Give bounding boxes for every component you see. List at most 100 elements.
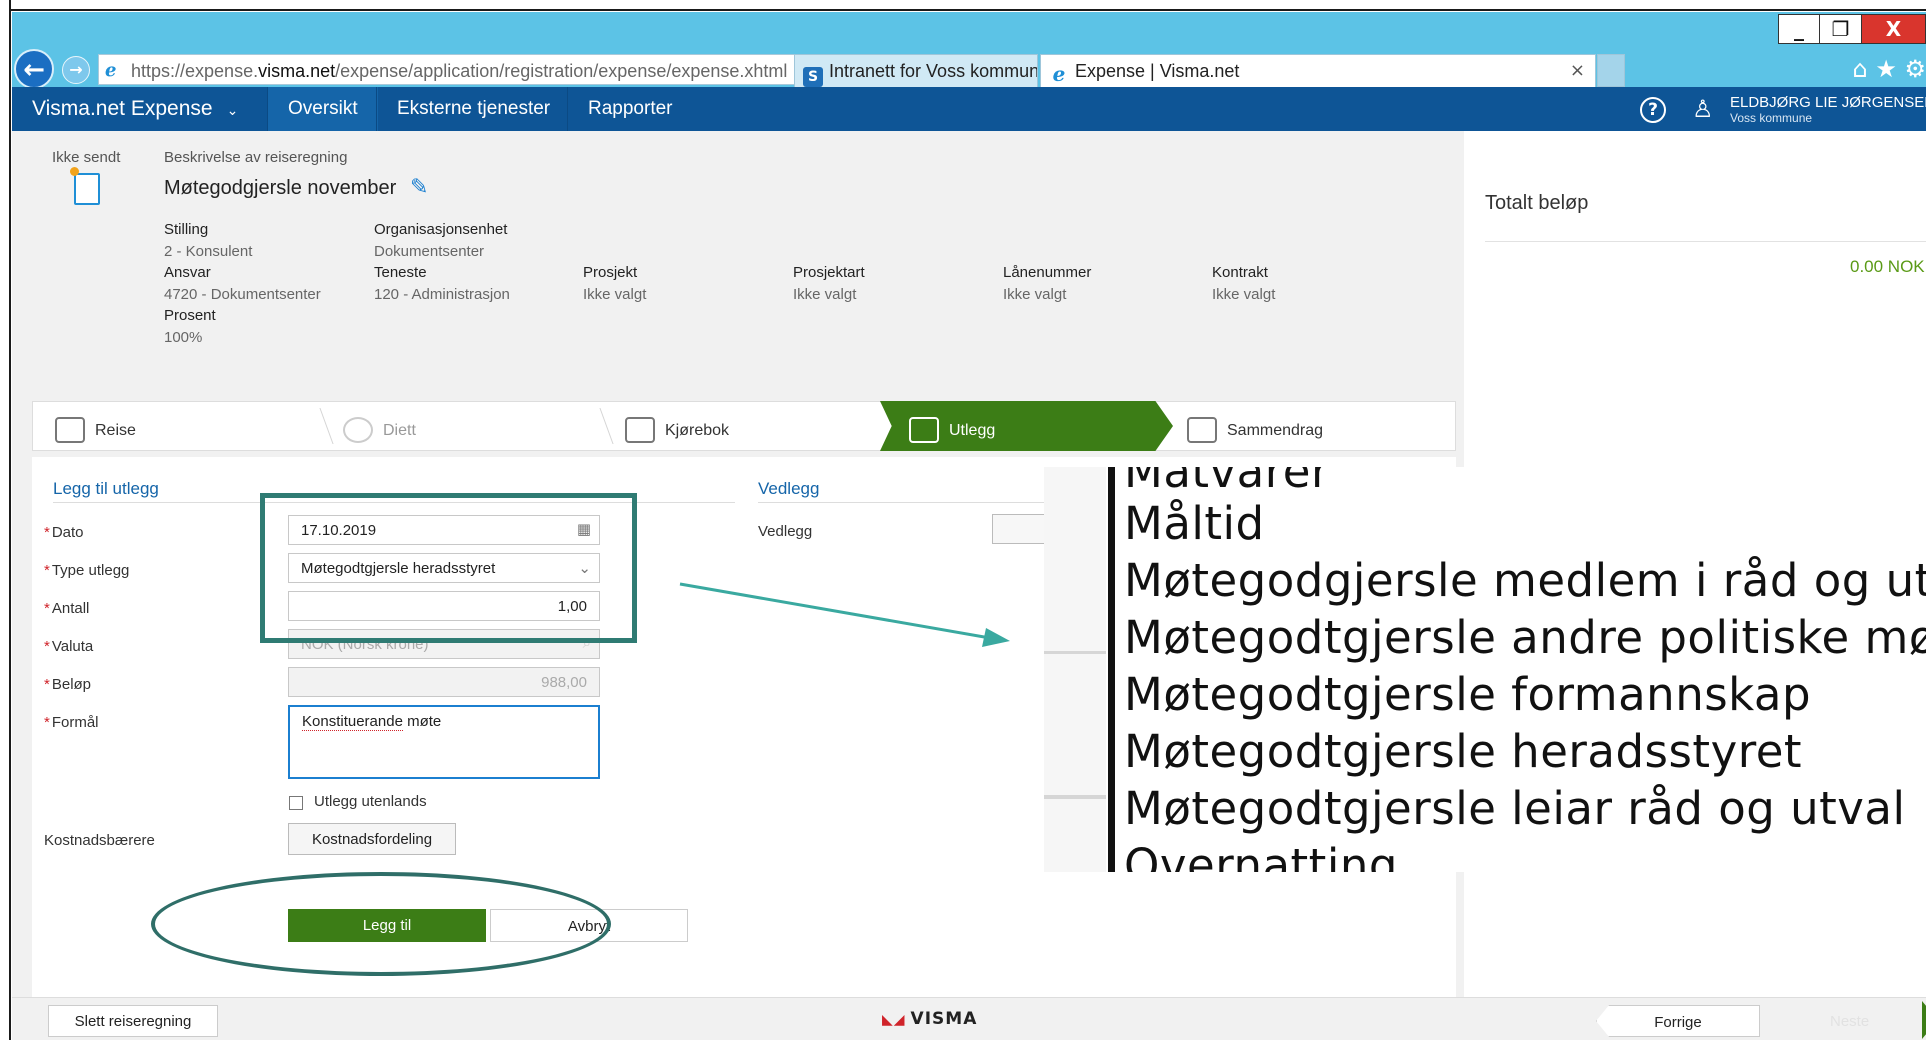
stilling-key: Stilling	[164, 221, 209, 238]
formal-textarea[interactable]: Konstituerande møte	[288, 705, 600, 779]
step-label: Diett	[383, 422, 416, 439]
new-tab-button[interactable]	[1597, 54, 1625, 87]
user-name[interactable]: ELDBJØRG LIE JØRGENSEN ⌄	[1730, 93, 1926, 111]
app-navbar: Visma.net Expense ⌄ Oversikt Eksterne tje…	[12, 87, 1926, 131]
car-icon	[625, 417, 655, 443]
required-mark: *	[44, 600, 50, 617]
ie-icon: ℯ	[105, 60, 117, 81]
new-document-badge	[70, 167, 79, 176]
valuta-label-text: Valuta	[51, 638, 94, 655]
utlegg-utenlands-checkbox[interactable]	[289, 796, 303, 810]
nav-tab-rapporter[interactable]: Rapporter	[567, 87, 693, 131]
app-title[interactable]: Visma.net Expense ⌄	[32, 97, 238, 121]
clipboard-icon	[1187, 417, 1217, 443]
total-value: 0.00 NOK	[1850, 257, 1925, 276]
app-title-text: Visma.net Expense	[32, 97, 213, 120]
browser-toolbar-icons[interactable]: ⌂ ★ ⚙	[1852, 55, 1926, 83]
vedlegg-label: Vedlegg	[758, 523, 813, 540]
window-controls: _ ❐ X	[1778, 14, 1926, 44]
close-window-button[interactable]: X	[1862, 14, 1926, 44]
browser-tab-title: Expense | Visma.net	[1075, 61, 1240, 81]
forrige-button[interactable]: Forrige	[1596, 1005, 1760, 1037]
required-mark: *	[44, 562, 50, 579]
screenshot-frame: _ ❐ X ← → ℯ https://expense.visma.net/ex…	[0, 0, 1926, 1040]
dropdown-option[interactable]: Møtegodtgjersle andre politiske mø	[1124, 611, 1926, 664]
visma-logo-text: VISMA	[910, 1009, 978, 1029]
minimize-button[interactable]: _	[1778, 14, 1820, 44]
back-button[interactable]: ←	[14, 49, 54, 89]
kostnadsbaerere-label: Kostnadsbærere	[44, 832, 155, 849]
browser-tab-expense[interactable]: ℯ Expense | Visma.net ×	[1040, 54, 1596, 87]
kontrakt-value: Ikke valgt	[1212, 286, 1276, 303]
restore-button[interactable]: ❐	[1820, 14, 1862, 44]
dato-label-text: Dato	[51, 524, 84, 541]
stilling-value: 2 - Konsulent	[164, 243, 253, 260]
form-title: Legg til utlegg	[53, 479, 159, 498]
close-tab-icon[interactable]: ×	[1570, 60, 1585, 81]
step-sammendrag[interactable]: Sammendrag	[1187, 402, 1323, 450]
user-name-text: ELDBJØRG LIE JØRGENSEN	[1730, 94, 1926, 111]
prosent-key: Prosent	[164, 307, 216, 324]
dropdown-option[interactable]: Møtegodtgjersle formannskap	[1124, 668, 1811, 721]
neste-button: Neste	[1830, 1013, 1870, 1030]
zoomed-dropdown-callout: Matvarer Måltid Møtegodgjersle medlem i …	[1044, 467, 1926, 872]
step-label: Sammendrag	[1227, 422, 1324, 439]
user-icon[interactable]: ♙	[1692, 95, 1714, 123]
pencil-icon[interactable]: ✎	[410, 175, 428, 200]
teneste-key: Teneste	[374, 264, 427, 281]
browser-titlebar: _ ❐ X	[12, 12, 1926, 49]
url-base: https://expense.	[131, 61, 259, 81]
type-utlegg-label: * Type utlegg	[44, 562, 129, 579]
total-label: Totalt beløp	[1485, 192, 1589, 214]
teneste-value: 120 - Administrasjon	[374, 286, 510, 303]
step-kjorebok[interactable]: Kjørebok	[625, 402, 729, 450]
kostnadsfordeling-button[interactable]: Kostnadsfordeling	[288, 823, 456, 855]
prosjekt-key: Prosjekt	[583, 264, 638, 281]
nav-tab-eksterne-tjenester[interactable]: Eksterne tjenester	[376, 87, 570, 131]
browser-address-row: ← → ℯ https://expense.visma.net/expense/…	[12, 49, 1926, 89]
chevron-down-icon: ⌄	[226, 102, 239, 118]
user-org: Voss kommune	[1730, 111, 1813, 125]
required-mark: *	[44, 524, 50, 541]
suitcase-icon	[55, 417, 85, 443]
dropdown-option[interactable]: Overnatting	[1124, 839, 1398, 872]
nav-tab-oversikt[interactable]: Oversikt	[267, 87, 378, 131]
step-label: Kjørebok	[665, 422, 730, 439]
type-utlegg-label-text: Type utlegg	[51, 562, 130, 579]
address-url[interactable]: https://expense.visma.net/expense/applic…	[131, 61, 787, 82]
divider	[1485, 241, 1926, 242]
url-domain: visma.net	[258, 61, 336, 81]
status-label: Ikke sendt	[52, 149, 121, 166]
formal-label-text: Formål	[51, 714, 99, 731]
plate-icon	[343, 417, 373, 443]
dropdown-option[interactable]: Møtegodtgjersle leiar råd og utval	[1124, 782, 1905, 835]
dropdown-option[interactable]: Møtegodgjersle medlem i råd og ut	[1124, 554, 1926, 607]
forward-button[interactable]: →	[62, 56, 90, 84]
step-reise[interactable]: Reise	[55, 402, 136, 450]
formal-spellcheck-word: Konstituerande	[302, 713, 403, 731]
slett-reiseregning-button[interactable]: Slett reiseregning	[48, 1005, 218, 1037]
dropdown-option[interactable]: Matvarer	[1124, 467, 1330, 498]
belop-label-text: Beløp	[51, 676, 92, 693]
lanenummer-value: Ikke valgt	[1003, 286, 1067, 303]
wallet-icon	[909, 417, 939, 443]
url-path: /expense/application/registration/expens…	[335, 61, 788, 81]
prosjektart-value: Ikke valgt	[793, 286, 857, 303]
belop-label: * Beløp	[44, 676, 91, 693]
prosjektart-key: Prosjektart	[793, 264, 865, 281]
utlegg-utenlands-label[interactable]: Utlegg utenlands	[314, 793, 427, 810]
annotation-highlight-box	[260, 493, 637, 643]
step-utlegg[interactable]: Utlegg	[909, 402, 995, 450]
valuta-label: * Valuta	[44, 638, 93, 655]
dropdown-option[interactable]: Møtegodtgjersle heradsstyret	[1124, 725, 1802, 778]
dropdown-option[interactable]: Måltid	[1124, 497, 1265, 550]
vedlegg-title: Vedlegg	[758, 479, 820, 498]
step-diett: Diett	[343, 402, 416, 450]
step-label: Utlegg	[949, 422, 996, 439]
prosent-value: 100%	[164, 329, 203, 346]
frame-border-top	[0, 0, 1926, 11]
antall-label: * Antall	[44, 600, 89, 617]
help-icon[interactable]: ?	[1640, 97, 1666, 123]
browser-tab-intranett[interactable]: S Intranett for Voss kommune - ...	[794, 54, 1038, 87]
ie-icon: ℯ	[1049, 64, 1069, 84]
